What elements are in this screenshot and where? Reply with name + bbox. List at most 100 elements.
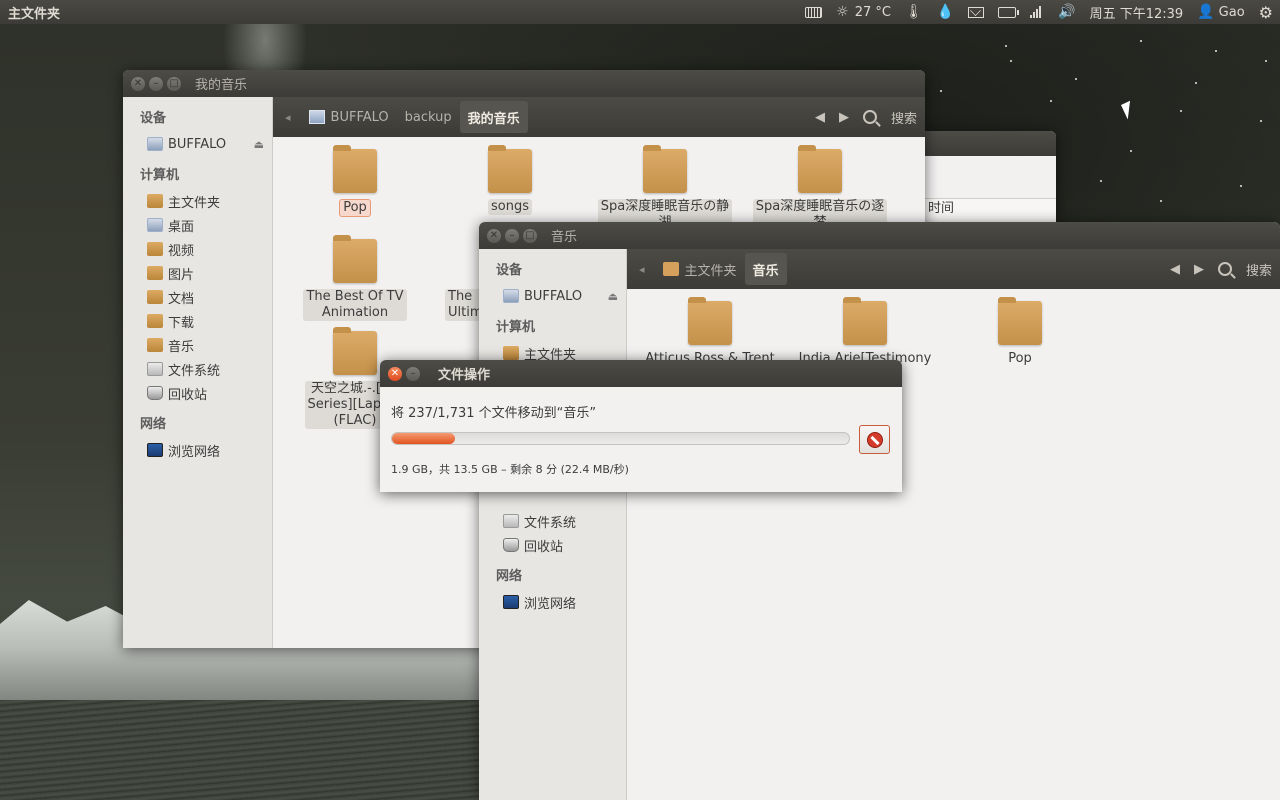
thermometer-icon: 🌡 [904, 4, 923, 20]
weather-indicator[interactable]: ☼ 27 °C [829, 0, 898, 24]
search-label[interactable]: 搜索 [1246, 260, 1272, 279]
temperature-text: 27 °C [854, 4, 891, 20]
sidebar-item-desktop[interactable]: 桌面 [123, 213, 272, 237]
location-toolbar: ◂ BUFFALO backup 我的音乐 ◀ ▶ 搜索 [273, 97, 925, 137]
folder-label: Pop [339, 199, 371, 217]
sidebar-item-browse-network[interactable]: 浏览网络 [123, 438, 272, 462]
sidebar-item-filesystem[interactable]: 文件系统 [479, 509, 626, 533]
breadcrumb-left-arrow-icon[interactable]: ◂ [639, 263, 645, 276]
network-indicator[interactable] [1023, 0, 1051, 24]
home-icon [662, 262, 679, 276]
drop-indicator[interactable]: 💧 [930, 0, 961, 24]
top-panel: 主文件夹 ☼ 27 °C 🌡 💧 🔊 周五 下午12:39 👤 Gao ⚙ [0, 0, 1280, 24]
background-window[interactable]: 时间 [920, 131, 1056, 223]
sidebar-item-downloads[interactable]: 下载 [123, 309, 272, 333]
sidebar-item-videos[interactable]: 视频 [123, 237, 272, 261]
drive-icon [503, 289, 519, 303]
close-button[interactable]: ✕ [131, 76, 145, 91]
close-button[interactable]: ✕ [487, 228, 501, 243]
breadcrumb-left-arrow-icon[interactable]: ◂ [285, 111, 291, 124]
progress-bar [391, 432, 850, 445]
minimize-button[interactable]: – [505, 228, 519, 243]
folder-icon [488, 145, 532, 193]
folder-item[interactable]: Spa深度睡眠音乐の静湖 [595, 145, 735, 231]
file-operation-dialog[interactable]: ✕ – 文件操作 将 237/1,731 个文件移动到“音乐” 1.9 GB，共… [380, 360, 902, 492]
search-icon[interactable] [1217, 262, 1232, 276]
back-arrow-icon[interactable]: ◀ [815, 110, 825, 125]
folder-item[interactable]: Spa深度睡眠音乐の逐梦 [750, 145, 890, 231]
eject-icon[interactable]: ⏏ [254, 138, 264, 151]
window-titlebar[interactable]: ✕ – □ 音乐 [479, 222, 1280, 249]
volume-indicator[interactable]: 🔊 [1051, 0, 1082, 24]
sidebar-item-trash[interactable]: 回收站 [479, 533, 626, 557]
desktop-icon [147, 218, 163, 232]
forward-arrow-icon[interactable]: ▶ [1194, 262, 1204, 277]
forward-arrow-icon[interactable]: ▶ [839, 110, 849, 125]
drive-icon [147, 137, 163, 151]
user-icon: 👤 [1197, 4, 1215, 20]
session-indicator[interactable]: ⚙ [1252, 0, 1280, 24]
sidebar-item-documents[interactable]: 文档 [123, 285, 272, 309]
minimize-button[interactable]: – [149, 76, 163, 91]
folder-item[interactable]: India.Arie[Testimony [795, 297, 935, 367]
breadcrumb-backup[interactable]: backup [397, 101, 460, 133]
network-icon [503, 595, 519, 609]
window-titlebar[interactable]: ✕ – □ 我的音乐 [123, 70, 925, 97]
clock-indicator[interactable]: 周五 下午12:39 [1083, 0, 1191, 24]
trash-icon [147, 386, 163, 400]
sidebar-item-pictures[interactable]: 图片 [123, 261, 272, 285]
sidebar-network-header: 网络 [496, 569, 523, 584]
volume-icon: 🔊 [1058, 4, 1076, 20]
maximize-button[interactable]: □ [167, 76, 181, 91]
breadcrumb-music[interactable]: 音乐 [744, 253, 787, 285]
folder-icon [688, 297, 732, 345]
network-icon [147, 443, 163, 457]
eject-icon[interactable]: ⏏ [608, 290, 618, 303]
close-button[interactable]: ✕ [388, 366, 402, 381]
folder-item[interactable]: songs [440, 145, 580, 215]
sidebar-item-buffalo[interactable]: BUFFALO ⏏ [479, 284, 626, 308]
background-window-titlebar[interactable] [920, 131, 1056, 156]
breadcrumb-home[interactable]: 主文件夹 [655, 253, 745, 285]
sidebar-item-filesystem[interactable]: 文件系统 [123, 357, 272, 381]
sidebar-item-browse-network[interactable]: 浏览网络 [479, 590, 626, 614]
dialog-titlebar[interactable]: ✕ – 文件操作 [380, 360, 902, 387]
column-header[interactable]: 时间 [920, 198, 1056, 220]
breadcrumb-mymusic[interactable]: 我的音乐 [459, 101, 528, 133]
sidebar-item-buffalo[interactable]: BUFFALO ⏏ [123, 132, 272, 156]
sidebar-item-home[interactable]: 主文件夹 [123, 189, 272, 213]
back-arrow-icon[interactable]: ◀ [1170, 262, 1180, 277]
folder-label: The Best Of TV Animation [303, 289, 407, 321]
window-title: 我的音乐 [195, 78, 248, 93]
network-icon [1030, 6, 1044, 18]
folder-item[interactable]: The Best Of TV Animation [285, 235, 425, 321]
file-manager-window-music[interactable]: ✕ – □ 音乐 ◂ 主文件夹 音乐 ◀ ▶ 搜索 设备 BUFFALO ⏏ 计算… [479, 222, 1280, 800]
sidebar-computer-header: 计算机 [496, 320, 536, 335]
folder-icon [798, 145, 842, 193]
folder-item[interactable]: Atticus Ross & Trent [640, 297, 780, 367]
folder-item[interactable]: Pop [285, 145, 425, 217]
cancel-button[interactable] [859, 425, 890, 454]
search-label[interactable]: 搜索 [891, 108, 917, 127]
folder-label: songs [488, 199, 532, 215]
user-indicator[interactable]: 👤 Gao [1190, 0, 1251, 24]
gear-icon: ⚙ [1258, 2, 1273, 22]
keyboard-indicator[interactable] [798, 0, 829, 24]
sidebar-item-trash[interactable]: 回收站 [123, 381, 272, 405]
search-icon[interactable] [862, 110, 877, 124]
filesystem-icon [503, 514, 519, 528]
sidebar-item-music[interactable]: 音乐 [123, 333, 272, 357]
breadcrumb-buffalo[interactable]: BUFFALO [301, 101, 397, 133]
messaging-indicator[interactable] [961, 0, 991, 24]
battery-indicator[interactable] [991, 0, 1023, 24]
keyboard-icon [805, 6, 823, 18]
operation-details: 1.9 GB，共 13.5 GB – 剩余 8 分 (22.4 MB/秒) [391, 463, 629, 476]
minimize-button[interactable]: – [406, 366, 420, 381]
sidebar: 设备 BUFFALO ⏏ 计算机 主文件夹 文件系统 回收站 网络 浏览网络 [479, 249, 627, 800]
thermometer-indicator[interactable]: 🌡 [898, 0, 930, 24]
folder-icon [333, 327, 377, 375]
folder-icon [998, 297, 1042, 345]
maximize-button[interactable]: □ [523, 228, 537, 243]
folder-item[interactable]: Pop [950, 297, 1090, 367]
dialog-title: 文件操作 [438, 368, 491, 383]
